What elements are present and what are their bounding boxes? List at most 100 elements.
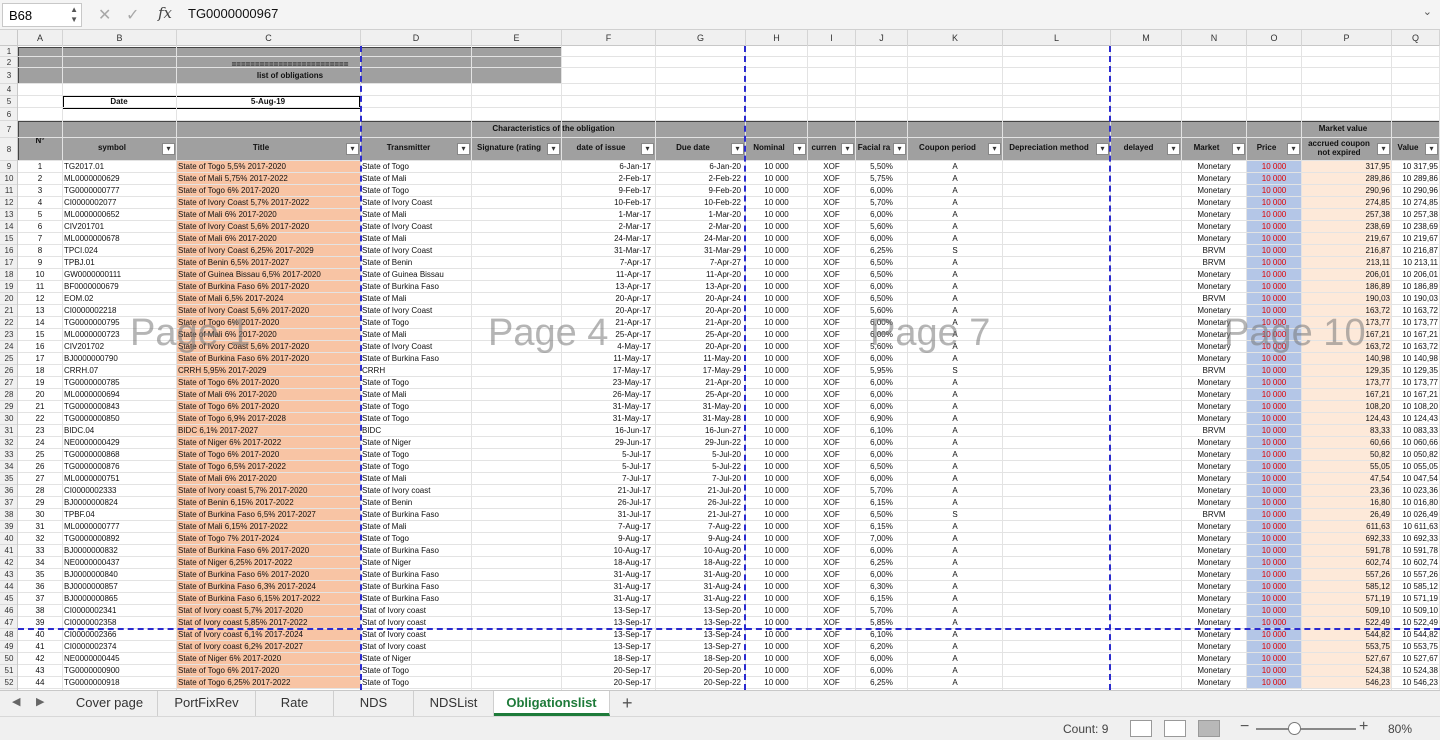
row-header-16[interactable]: 16 [0,245,17,257]
filter-icon[interactable]: ▾ [547,143,560,155]
row-header-15[interactable]: 15 [0,233,17,245]
row-header-20[interactable]: 20 [0,293,17,305]
row-header-26[interactable]: 26 [0,365,17,377]
filter-icon[interactable]: ▾ [1425,143,1438,155]
row-header-18[interactable]: 18 [0,269,17,281]
row-header-50[interactable]: 50 [0,653,17,665]
row-header-49[interactable]: 49 [0,641,17,653]
add-sheet-icon[interactable]: + [622,693,633,714]
row-header-28[interactable]: 28 [0,389,17,401]
filter-icon[interactable]: ▾ [162,143,175,155]
column-header-i[interactable]: I [808,30,856,46]
column-header-c[interactable]: C [177,30,361,46]
row-header-17[interactable]: 17 [0,257,17,269]
row-header-45[interactable]: 45 [0,593,17,605]
row-header-1[interactable]: 1 [0,47,17,57]
row-header-3[interactable]: 3 [0,68,17,84]
row-header-13[interactable]: 13 [0,209,17,221]
filter-icon[interactable]: ▾ [841,143,854,155]
row-header-14[interactable]: 14 [0,221,17,233]
row-header-2[interactable]: 2 [0,57,17,68]
row-header-32[interactable]: 32 [0,437,17,449]
row-header-11[interactable]: 11 [0,185,17,197]
page-layout-icon[interactable] [1164,720,1186,737]
row-header-41[interactable]: 41 [0,545,17,557]
row-header-21[interactable]: 21 [0,305,17,317]
filter-icon[interactable]: ▾ [988,143,1001,155]
column-header-a[interactable]: A [18,30,63,46]
row-header-5[interactable]: 5 [0,96,17,108]
row-header-36[interactable]: 36 [0,485,17,497]
zoom-out-button[interactable]: − [1240,718,1249,736]
filter-icon[interactable]: ▾ [641,143,654,155]
row-header-7[interactable]: 7 [0,121,17,138]
row-header-38[interactable]: 38 [0,509,17,521]
column-header-p[interactable]: P [1302,30,1392,46]
filter-icon[interactable]: ▾ [1377,143,1390,155]
row-header-39[interactable]: 39 [0,521,17,533]
tab-ndslist[interactable]: NDSList [414,691,494,716]
fx-icon[interactable]: fx [158,4,172,22]
cancel-icon[interactable]: ✕ [98,5,111,25]
row-header-25[interactable]: 25 [0,353,17,365]
column-header-d[interactable]: D [361,30,472,46]
row-header-44[interactable]: 44 [0,581,17,593]
filter-icon[interactable]: ▾ [793,143,806,155]
row-header-10[interactable]: 10 [0,173,17,185]
column-header-f[interactable]: F [562,30,656,46]
row-header-40[interactable]: 40 [0,533,17,545]
column-header-l[interactable]: L [1003,30,1111,46]
filter-icon[interactable]: ▾ [1096,143,1109,155]
column-header-j[interactable]: J [856,30,908,46]
row-header-30[interactable]: 30 [0,413,17,425]
formula-input[interactable]: TG0000000967 [188,6,278,21]
column-header-q[interactable]: Q [1392,30,1440,46]
filter-icon[interactable]: ▾ [731,143,744,155]
row-header-31[interactable]: 31 [0,425,17,437]
zoom-in-button[interactable]: + [1359,718,1368,736]
column-header-n[interactable]: N [1182,30,1247,46]
filter-icon[interactable]: ▾ [893,143,906,155]
select-all-corner[interactable] [0,30,18,46]
filter-icon[interactable]: ▾ [1167,143,1180,155]
zoom-slider-thumb[interactable] [1288,722,1301,735]
row-header-22[interactable]: 22 [0,317,17,329]
row-header-35[interactable]: 35 [0,473,17,485]
row-header-34[interactable]: 34 [0,461,17,473]
filter-icon[interactable]: ▾ [346,143,359,155]
row-header-42[interactable]: 42 [0,557,17,569]
spin-icon[interactable]: ▲ ▼ [70,5,78,25]
normal-view-icon[interactable] [1130,720,1152,737]
column-header-g[interactable]: G [656,30,746,46]
row-header-46[interactable]: 46 [0,605,17,617]
prev-sheet-icon[interactable]: ◀ [12,695,20,708]
name-box[interactable]: B68 ▲ ▼ [2,3,82,27]
row-header-48[interactable]: 48 [0,629,17,641]
filter-icon[interactable]: ▾ [1287,143,1300,155]
column-header-k[interactable]: K [908,30,1003,46]
row-header-19[interactable]: 19 [0,281,17,293]
column-header-b[interactable]: B [63,30,177,46]
row-header-52[interactable]: 52 [0,677,17,689]
row-header-24[interactable]: 24 [0,341,17,353]
row-header-23[interactable]: 23 [0,329,17,341]
column-header-o[interactable]: O [1247,30,1302,46]
filter-icon[interactable]: ▾ [457,143,470,155]
row-header-27[interactable]: 27 [0,377,17,389]
row-header-4[interactable]: 4 [0,84,17,96]
column-header-e[interactable]: E [472,30,562,46]
row-header-8[interactable]: 8 [0,138,17,161]
row-header-6[interactable]: 6 [0,108,17,121]
row-header-37[interactable]: 37 [0,497,17,509]
row-header-43[interactable]: 43 [0,569,17,581]
column-header-m[interactable]: M [1111,30,1182,46]
row-header-51[interactable]: 51 [0,665,17,677]
row-header-29[interactable]: 29 [0,401,17,413]
column-header-h[interactable]: H [746,30,808,46]
cell-grid[interactable]: ========================= list of obliga… [18,46,1440,690]
tab-rate[interactable]: Rate [256,691,334,716]
next-sheet-icon[interactable]: ▶ [36,695,44,708]
row-header-12[interactable]: 12 [0,197,17,209]
enter-icon[interactable]: ✓ [126,5,139,25]
filter-icon[interactable]: ▾ [1232,143,1245,155]
